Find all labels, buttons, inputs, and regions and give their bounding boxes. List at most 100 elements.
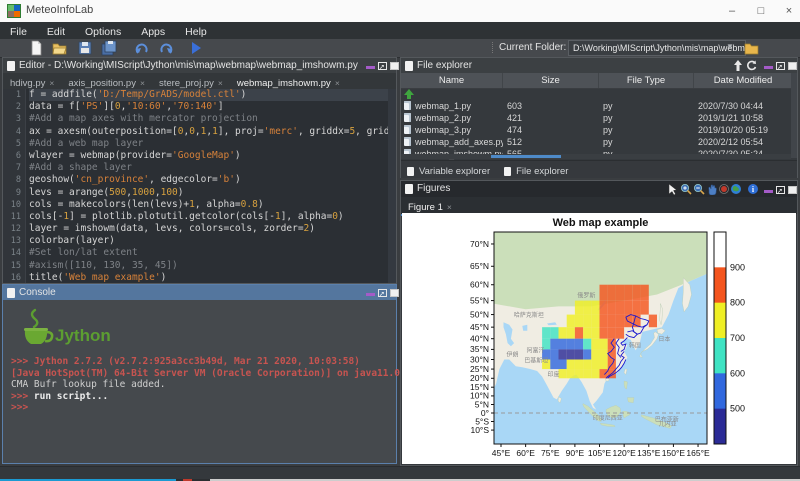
svg-text:75°E: 75°E — [541, 448, 560, 458]
close-tab-icon[interactable]: × — [140, 78, 145, 88]
minimize-panel-icon[interactable] — [764, 66, 773, 69]
minimize-window-button[interactable]: – — [721, 2, 743, 20]
chevron-down-icon[interactable]: ▼ — [726, 43, 736, 51]
file-cell: 474 — [507, 124, 599, 136]
line-number: 8 — [3, 174, 25, 186]
file-cell: 2019/1/21 10:58 — [698, 112, 791, 124]
figures-header[interactable]: Figures — [401, 181, 797, 197]
maximize-window-button[interactable]: □ — [750, 2, 772, 20]
minimize-panel-icon[interactable] — [366, 66, 375, 69]
code-line[interactable]: colorbar(layer) — [29, 235, 388, 247]
column-header-size[interactable]: Size — [503, 73, 599, 88]
file-explorer-header[interactable]: File explorer — [401, 58, 797, 73]
column-header-file-type[interactable]: File Type — [599, 73, 694, 88]
code-line[interactable]: wlayer = webmap(provider='GoogleMap') — [29, 150, 388, 162]
tab-variable-explorer[interactable]: Variable explorer — [401, 163, 498, 180]
save-all-icon[interactable] — [101, 40, 117, 56]
info-icon[interactable]: i — [747, 183, 759, 195]
undo-icon[interactable] — [134, 40, 150, 56]
close-window-button[interactable]: × — [778, 2, 800, 20]
code-line[interactable]: layer = imshowm(data, levs, colors=cols,… — [29, 223, 388, 235]
cursor-icon[interactable] — [666, 183, 678, 195]
detach-panel-icon[interactable] — [378, 62, 387, 70]
code-line[interactable]: cols[-1] = plotlib.plotutil.getcolor(col… — [29, 211, 388, 223]
file-row-webmap_2.py[interactable]: webmap_2.py421py2019/1/21 10:58 — [401, 112, 791, 124]
code-text[interactable]: f = addfile('D:/Temp/GrADS/model.ctl')da… — [29, 89, 388, 283]
menu-apps[interactable]: Apps — [131, 24, 175, 40]
menu-options[interactable]: Options — [75, 24, 131, 40]
open-file-icon[interactable] — [52, 40, 68, 56]
menu-help[interactable]: Help — [175, 24, 217, 40]
console-output[interactable]: Jython >>> Jython 2.7.2 (v2.7.2:925a3cc3… — [3, 300, 396, 463]
svg-text:35°N: 35°N — [470, 344, 489, 354]
zoom-in-icon[interactable] — [680, 183, 692, 195]
detach-panel-icon[interactable] — [776, 62, 785, 70]
refresh-icon[interactable] — [746, 60, 757, 71]
close-tab-icon[interactable]: × — [49, 78, 54, 88]
file-table-header[interactable]: NameSizeFile TypeDate Modified — [401, 73, 791, 89]
current-folder-combobox[interactable]: D:\Working\MIScript\Jython\mis\map\webma… — [568, 40, 746, 56]
code-line[interactable]: data = f['PS'][0,'10:60','70:140'] — [29, 101, 388, 113]
minimize-panel-icon[interactable] — [366, 293, 375, 296]
file-row-webmap_3.py[interactable]: webmap_3.py474py2019/10/20 05:19 — [401, 124, 791, 136]
parent-folder-icon[interactable] — [733, 60, 743, 71]
line-number: 6 — [3, 150, 25, 162]
run-script-icon[interactable] — [188, 40, 204, 56]
code-line[interactable]: #Add a shape layer — [29, 162, 388, 174]
identify-dot-icon[interactable] — [718, 183, 730, 195]
code-line[interactable]: #Add a map axes with mercator projection — [29, 113, 388, 125]
detach-panel-icon[interactable] — [776, 186, 785, 194]
file-table-hscrollbar[interactable] — [401, 154, 791, 159]
code-line[interactable]: geoshow('cn_province', edgecolor='b') — [29, 174, 388, 186]
code-line[interactable]: levs = arange(500,1000,100) — [29, 187, 388, 199]
save-icon[interactable] — [77, 40, 93, 56]
file-row-webmap_add_axes.py[interactable]: webmap_add_axes.py512py2020/2/12 05:54 — [401, 136, 791, 148]
file-row-webmap_1.py[interactable]: webmap_1.py603py2020/7/30 04:44 — [401, 100, 791, 112]
column-header-date-modified[interactable]: Date Modified — [694, 73, 793, 88]
maximize-panel-icon[interactable] — [788, 62, 797, 70]
maximize-panel-icon[interactable] — [390, 62, 399, 70]
code-line[interactable]: cols = makecolors(len(levs)+1, alpha=0.8… — [29, 199, 388, 211]
code-line[interactable]: title('Web map example') — [29, 272, 388, 283]
code-line[interactable]: ax = axesm(outerposition=[0,0,1,1], proj… — [29, 126, 388, 138]
parent-directory-row[interactable] — [401, 88, 791, 100]
chart-title: Web map example — [494, 217, 707, 229]
svg-text:150°E: 150°E — [662, 448, 686, 458]
menu-file[interactable]: File — [0, 24, 37, 40]
close-tab-icon[interactable]: × — [218, 78, 223, 88]
line-number: 9 — [3, 187, 25, 199]
code-line[interactable]: #Set lon/lat extent — [29, 247, 388, 259]
console-header[interactable]: Console — [3, 285, 396, 300]
pan-hand-icon[interactable] — [706, 183, 718, 195]
file-table-vscrollbar[interactable] — [791, 73, 797, 158]
detach-panel-icon[interactable] — [378, 289, 387, 297]
new-file-icon[interactable] — [28, 40, 44, 56]
file-cell: webmap_2.py — [415, 112, 503, 124]
editor-header[interactable]: Editor - D:\Working\MIScript\Jython\mis\… — [3, 58, 396, 73]
tab-file-explorer[interactable]: File explorer — [498, 163, 576, 180]
close-tab-icon[interactable]: × — [335, 78, 340, 88]
code-line[interactable]: #axism([110, 130, 35, 45]) — [29, 260, 388, 272]
figures-panel: Figures — [400, 180, 798, 466]
browse-folder-icon[interactable] — [744, 40, 760, 56]
redo-icon[interactable] — [158, 40, 174, 56]
figures-title: Figures — [417, 181, 450, 196]
svg-text:105°E: 105°E — [588, 448, 612, 458]
maximize-panel-icon[interactable] — [390, 289, 399, 297]
editor-scrollbar[interactable] — [388, 89, 396, 283]
document-icon — [407, 167, 414, 176]
figure-canvas[interactable]: Web map example 俄罗斯哈萨克斯坦日本韩国伊朗阿富汗巴基斯坦印度印… — [402, 213, 796, 464]
minimize-panel-icon[interactable] — [764, 190, 773, 193]
menu-edit[interactable]: Edit — [37, 24, 75, 40]
console-line: CMA Bufr lookup file added. — [11, 379, 392, 391]
column-header-name[interactable]: Name — [401, 73, 503, 88]
close-tab-icon[interactable]: × — [447, 202, 452, 212]
zoom-out-icon[interactable] — [693, 183, 705, 195]
svg-text:巴基斯坦: 巴基斯坦 — [524, 356, 548, 364]
full-extent-globe-icon[interactable] — [730, 183, 742, 195]
code-editor[interactable]: 12345678910111213141516 f = addfile('D:/… — [3, 89, 396, 283]
maximize-panel-icon[interactable] — [788, 186, 797, 194]
code-line[interactable]: #Add a web map layer — [29, 138, 388, 150]
code-line[interactable]: f = addfile('D:/Temp/GrADS/model.ctl') — [29, 89, 388, 101]
line-number: 15 — [3, 260, 25, 272]
